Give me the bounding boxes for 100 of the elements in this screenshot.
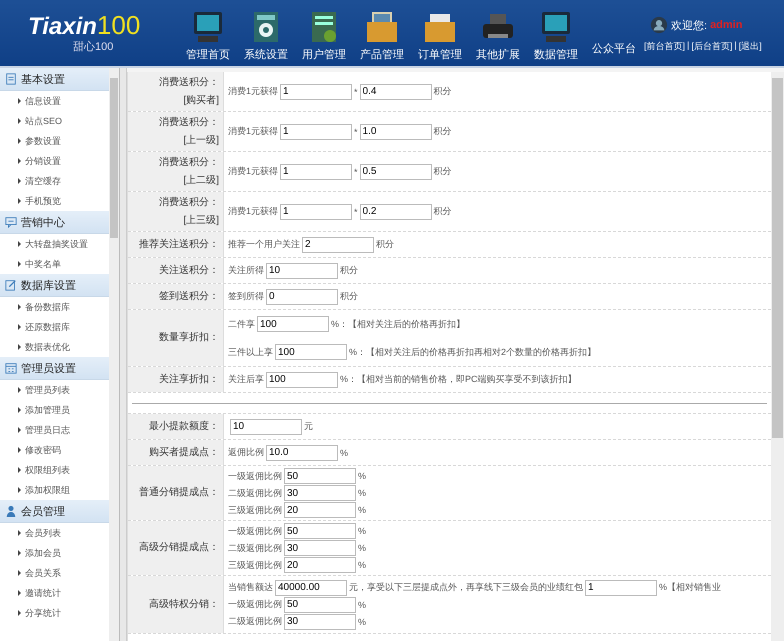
header-link[interactable]: [后台首页]: [691, 40, 732, 53]
input-field[interactable]: 50: [284, 523, 356, 539]
nav-item[interactable]: 公众平台: [586, 10, 642, 66]
scrollbar[interactable]: [109, 68, 119, 641]
field-text: %: [358, 488, 366, 498]
folder-icon: [364, 10, 400, 44]
input-field[interactable]: 20: [284, 557, 356, 573]
sidebar-item[interactable]: 站点SEO: [0, 111, 109, 131]
sidebar-item[interactable]: 信息设置: [0, 91, 109, 111]
input-field[interactable]: 2: [302, 236, 374, 252]
field-text: 积分: [434, 125, 452, 138]
sidebar-item[interactable]: 数据表优化: [0, 337, 109, 357]
field-text: 当销售额达: [228, 581, 273, 594]
field-text: %：【相对关注后的价格再折扣】: [331, 318, 466, 330]
nav-item[interactable]: 其他扩展: [470, 10, 526, 66]
sidebar-item[interactable]: 添加管理员: [0, 400, 109, 420]
field-label: 签到送积分：: [128, 284, 224, 309]
input-field[interactable]: 10.0: [266, 444, 338, 460]
input-field[interactable]: 1: [280, 84, 352, 100]
field-text: 积分: [340, 290, 358, 303]
input-field[interactable]: 0.4: [360, 84, 432, 100]
input-field[interactable]: 10: [230, 418, 302, 434]
sidebar-section-header[interactable]: 数据库设置: [0, 274, 109, 297]
sidebar-section-header[interactable]: 会员管理: [0, 500, 109, 523]
field-text: 积分: [434, 205, 452, 218]
field-text: *: [354, 206, 358, 216]
sidebar-item[interactable]: 邀请统计: [0, 583, 109, 603]
field-text: *: [354, 86, 358, 96]
field-text: 消费1元获得: [228, 125, 278, 138]
sidebar-item[interactable]: 大转盘抽奖设置: [0, 234, 109, 254]
sidebar-item[interactable]: 会员关系: [0, 563, 109, 583]
sidebar-item[interactable]: 权限组列表: [0, 460, 109, 480]
sidebar-item[interactable]: 参数设置: [0, 131, 109, 151]
field-text: 关注后享: [228, 373, 264, 386]
field-label: 关注送积分：: [128, 258, 224, 283]
field-text: 元，享受以下三层提成点外，再享线下三级会员的业绩红包: [349, 581, 583, 594]
field-label: 消费送积分： [上三级]: [128, 192, 224, 231]
field-text: 二级返佣比例: [228, 615, 282, 628]
field-text: 积分: [376, 238, 394, 251]
link-separator: |: [687, 40, 690, 52]
input-field[interactable]: 40000.00: [275, 580, 347, 596]
nav-item[interactable]: 系统设置: [238, 10, 294, 66]
sidebar-section-header[interactable]: 管理员设置: [0, 357, 109, 380]
field-text: 三件以上享: [228, 346, 273, 358]
nav-item[interactable]: 管理首页: [180, 10, 236, 66]
input-field[interactable]: 0.2: [360, 204, 432, 220]
sidebar-item[interactable]: 手机预览: [0, 191, 109, 211]
field-text: 消费1元获得: [228, 85, 278, 98]
input-field[interactable]: 50: [284, 468, 356, 484]
user-name: admin: [710, 19, 742, 31]
input-field[interactable]: 1: [280, 204, 352, 220]
nav-item[interactable]: 数据管理: [528, 10, 584, 66]
sidebar-item[interactable]: 中奖名单: [0, 254, 109, 274]
input-field[interactable]: 30: [284, 485, 356, 501]
document-icon: [5, 73, 17, 85]
input-field[interactable]: 100: [266, 372, 338, 388]
sidebar-item[interactable]: 管理员列表: [0, 380, 109, 400]
input-field[interactable]: 100: [257, 316, 329, 332]
sidebar-item[interactable]: 还原数据库: [0, 317, 109, 337]
logo-text: Tiaxin100: [28, 12, 142, 40]
chat-icon: [5, 216, 17, 228]
sidebar-item[interactable]: 管理员日志: [0, 420, 109, 440]
header-link[interactable]: [前台首页]: [644, 40, 686, 53]
field-text: 积分: [434, 85, 452, 98]
sidebar-item[interactable]: 清空缓存: [0, 171, 109, 191]
sidebar-item[interactable]: 分销设置: [0, 151, 109, 171]
input-field[interactable]: 50: [284, 596, 356, 612]
header-link[interactable]: [退出]: [738, 40, 762, 53]
input-field[interactable]: 0: [266, 288, 338, 304]
input-field[interactable]: 30: [284, 614, 356, 630]
sidebar-section-header[interactable]: 营销中心: [0, 211, 109, 234]
field-label: 推荐关注送积分：: [128, 232, 224, 257]
input-field[interactable]: 1: [280, 124, 352, 140]
field-text: 消费1元获得: [228, 165, 278, 178]
input-field[interactable]: 30: [284, 540, 356, 556]
sidebar-item[interactable]: 添加会员: [0, 543, 109, 563]
sidebar-item[interactable]: 会员列表: [0, 523, 109, 543]
field-text: 积分: [340, 264, 358, 277]
input-field[interactable]: 100: [275, 344, 347, 360]
sidebar-item[interactable]: 备份数据库: [0, 297, 109, 317]
welcome-label: 欢迎您:: [671, 18, 708, 32]
input-field[interactable]: 20: [284, 502, 356, 518]
field-label: 消费送积分： [上二级]: [128, 152, 224, 191]
nav-item[interactable]: 用户管理: [296, 10, 352, 66]
nav-item[interactable]: 订单管理: [412, 10, 468, 66]
field-label: 数量享折扣：: [128, 310, 224, 366]
field-label: 消费送积分： [购买者]: [128, 72, 224, 111]
sidebar-item[interactable]: 添加权限组: [0, 480, 109, 500]
nav-item[interactable]: 产品管理: [354, 10, 410, 66]
splitter-handle[interactable]: [120, 68, 127, 641]
sidebar-item[interactable]: 分享统计: [0, 603, 109, 623]
sidebar-item[interactable]: 修改密码: [0, 440, 109, 460]
sidebar-section-header[interactable]: 基本设置: [0, 68, 109, 91]
field-label: 购买者提成点：: [128, 440, 224, 465]
input-field[interactable]: 1: [585, 580, 657, 596]
input-field[interactable]: 1.0: [360, 124, 432, 140]
input-field[interactable]: 10: [266, 262, 338, 278]
scrollbar[interactable]: [771, 72, 784, 641]
input-field[interactable]: 1: [280, 164, 352, 180]
input-field[interactable]: 0.5: [360, 164, 432, 180]
